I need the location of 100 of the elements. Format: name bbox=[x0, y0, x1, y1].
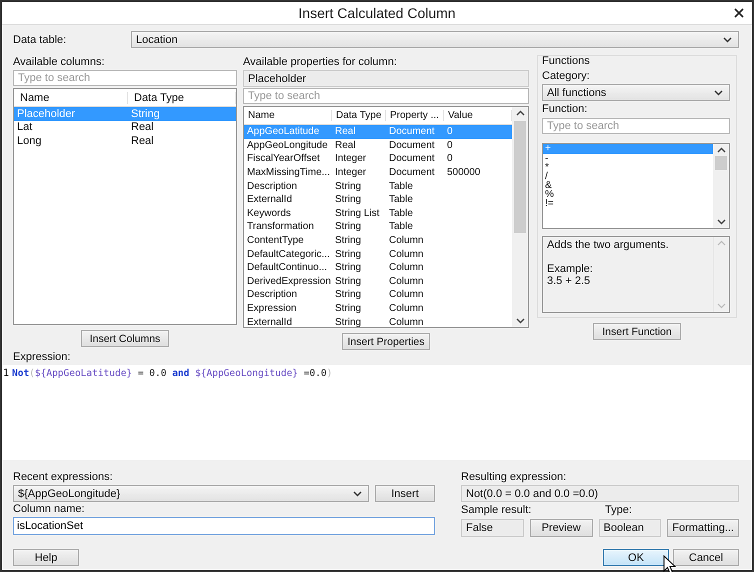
table-cell-text: Table bbox=[388, 180, 414, 192]
property-row[interactable]: FiscalYearOffset Integer Document 0 bbox=[244, 152, 512, 166]
table-cell-text: Column bbox=[388, 248, 424, 260]
chevron-down-icon bbox=[723, 36, 732, 42]
chevron-down-icon bbox=[516, 318, 524, 324]
property-row[interactable]: Description String Column bbox=[244, 288, 512, 302]
table-cell-text: 0 bbox=[446, 140, 454, 151]
property-row[interactable]: ExternalId String Column bbox=[244, 315, 512, 327]
scrollbar[interactable] bbox=[512, 107, 528, 327]
table-cell-text: AppGeoLatitude bbox=[246, 126, 320, 138]
table-cell-text: String bbox=[334, 221, 362, 232]
table-cell-text: 0 bbox=[446, 153, 454, 164]
property-row[interactable]: Transformation String Table bbox=[244, 220, 512, 234]
name-cell-text: Long bbox=[16, 134, 42, 147]
column-row[interactable]: Long Real bbox=[14, 134, 236, 148]
table-cell-text: Keywords bbox=[246, 208, 292, 219]
property-row[interactable]: AppGeoLongitude Real Document 0 bbox=[244, 138, 512, 152]
property-row[interactable]: DefaultCategoric... String Column bbox=[244, 247, 512, 261]
table-cell-text: Real bbox=[334, 140, 357, 151]
table-cell-text: String bbox=[334, 248, 362, 260]
expression-code: Not(${AppGeoLatitude} = 0.0 and ${AppGeoLongitude} =0.0) bbox=[12, 368, 332, 379]
table-cell-text: Description bbox=[246, 289, 298, 300]
table-cell-text: Integer bbox=[334, 153, 368, 164]
available-columns-label: Available columns: bbox=[13, 55, 106, 69]
chevron-down-icon bbox=[353, 490, 362, 496]
preview-button[interactable]: Preview bbox=[530, 518, 592, 536]
chevron-up-icon bbox=[516, 110, 524, 116]
table-cell-text: Document bbox=[388, 140, 436, 151]
insert-button[interactable]: Insert bbox=[375, 485, 435, 502]
property-row[interactable]: DefaultContinuo... String Column bbox=[244, 260, 512, 275]
sample-result-label: Sample result: bbox=[461, 503, 532, 517]
insert-properties-button[interactable]: Insert Properties bbox=[342, 333, 430, 350]
table-cell-text: 0 bbox=[446, 126, 454, 138]
insert-columns-button[interactable]: Insert Columns bbox=[81, 330, 169, 347]
expression-editor[interactable]: 1 Not(${AppGeoLatitude} = 0.0 and ${AppGeoLongitude} =0.0) bbox=[2, 365, 752, 460]
help-button[interactable]: Help bbox=[13, 549, 79, 566]
function-item[interactable]: - bbox=[543, 154, 713, 163]
resulting-expression-field: Not(0.0 = 0.0 and 0.0 =0.0) bbox=[461, 485, 739, 502]
functions-title: Functions bbox=[542, 55, 591, 68]
column-header[interactable]: Data Type bbox=[332, 110, 386, 121]
table-cell-text: String bbox=[334, 235, 362, 246]
recent-expressions-label: Recent expressions: bbox=[13, 470, 114, 484]
table-cell-text: Transformation bbox=[246, 221, 315, 232]
property-row[interactable]: DerivedExpression String Column bbox=[244, 274, 512, 288]
table-cell-text: Integer bbox=[334, 167, 368, 178]
scrollbar-thumb[interactable] bbox=[514, 121, 526, 233]
scrollbar[interactable] bbox=[713, 144, 729, 228]
ok-button[interactable]: OK bbox=[603, 549, 669, 566]
function-item[interactable]: / bbox=[543, 172, 713, 181]
column-row[interactable]: Lat Real bbox=[14, 120, 236, 134]
category-dropdown[interactable]: All functions bbox=[542, 84, 730, 101]
property-row[interactable]: Description String Table bbox=[244, 179, 512, 193]
insert-function-button[interactable]: Insert Function bbox=[593, 323, 681, 340]
close-icon[interactable] bbox=[734, 8, 744, 18]
table-cell-text: Expression bbox=[246, 303, 298, 314]
type-cell-text: Real bbox=[130, 134, 155, 147]
property-row[interactable]: Keywords String List Table bbox=[244, 206, 512, 220]
expression-label: Expression: bbox=[13, 350, 72, 364]
table-cell-text: Document bbox=[388, 126, 436, 138]
table-cell-text: Document bbox=[388, 153, 436, 164]
property-row[interactable]: ExternalId String Table bbox=[244, 192, 512, 207]
table-cell-text: Real bbox=[334, 126, 357, 138]
type-cell-text: String bbox=[130, 108, 161, 120]
formatting-button[interactable]: Formatting... bbox=[667, 518, 739, 536]
table-cell-text: Table bbox=[388, 208, 414, 219]
name-cell-text: Lat bbox=[16, 121, 34, 134]
sample-result-field: False bbox=[461, 519, 524, 537]
column-header[interactable]: Property ... bbox=[386, 110, 444, 121]
search-field[interactable]: Type to search bbox=[243, 88, 529, 104]
table-cell-text: MaxMissingTime... bbox=[246, 167, 331, 178]
search-field[interactable]: Type to search bbox=[542, 118, 730, 134]
type-field: Boolean bbox=[598, 519, 662, 537]
table-cell-text: ExternalId bbox=[246, 316, 294, 327]
property-row[interactable]: Expression String Column bbox=[244, 302, 512, 316]
column-header[interactable]: Name bbox=[14, 92, 128, 104]
scrollbar-thumb[interactable] bbox=[715, 156, 727, 170]
category-label: Category: bbox=[542, 69, 591, 83]
table-cell-text: ContentType bbox=[246, 235, 305, 246]
data-table-label: Data table: bbox=[13, 32, 68, 46]
data-table-dropdown[interactable]: Location bbox=[131, 31, 739, 48]
search-field[interactable]: Type to search bbox=[13, 70, 237, 86]
property-row[interactable]: ContentType String Column bbox=[244, 234, 512, 248]
column-name-field[interactable]: isLocationSet bbox=[13, 517, 435, 535]
table-cell-text: String bbox=[334, 316, 362, 327]
cancel-button[interactable]: Cancel bbox=[673, 549, 739, 566]
table-cell-text: String bbox=[334, 180, 362, 192]
type-label: Type: bbox=[605, 503, 633, 517]
mouse-cursor-icon bbox=[663, 555, 676, 572]
recent-expressions-dropdown[interactable]: ${AppGeoLongitude} bbox=[13, 485, 369, 502]
function-item[interactable]: * bbox=[543, 163, 713, 172]
property-row[interactable]: MaxMissingTime... Integer Document 500000 bbox=[244, 166, 512, 180]
function-item[interactable]: & bbox=[543, 181, 713, 190]
function-item[interactable]: != bbox=[543, 199, 713, 208]
function-item[interactable]: % bbox=[543, 190, 713, 199]
chevron-up-icon bbox=[717, 240, 726, 246]
table-cell-text: Table bbox=[388, 221, 414, 232]
column-header[interactable]: Name bbox=[244, 110, 332, 121]
window-title: Insert Calculated Column bbox=[298, 5, 456, 21]
column-header[interactable]: Data Type bbox=[128, 92, 236, 104]
table-cell-text: Column bbox=[388, 289, 424, 300]
